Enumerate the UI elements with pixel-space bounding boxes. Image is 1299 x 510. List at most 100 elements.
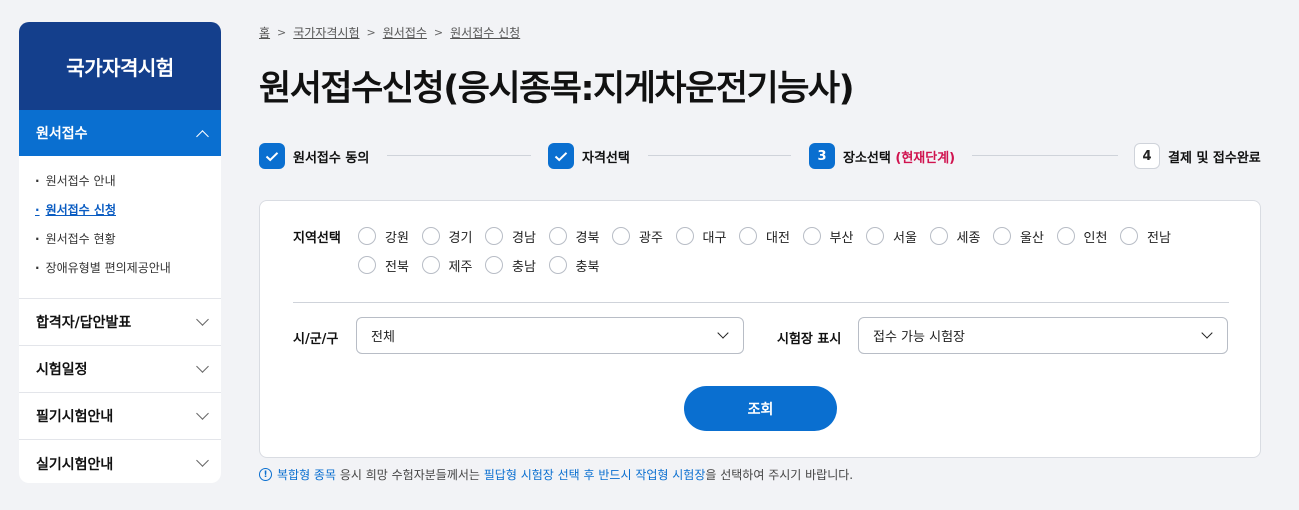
notice-highlight: 필답형 시험장 선택 후 반드시 작업형 시험장: [483, 468, 706, 482]
sidebar-section-active[interactable]: 원서접수: [19, 110, 221, 156]
chevron-down-icon: [717, 326, 729, 339]
region-radio[interactable]: 대구: [675, 227, 740, 246]
region-radio[interactable]: 경북: [548, 227, 613, 246]
region-radio[interactable]: 충남: [485, 256, 549, 275]
chevron-right-icon: >: [433, 26, 444, 39]
venue-select[interactable]: 접수 가능 시험장: [858, 317, 1228, 354]
step-label: 원서접수 동의: [293, 150, 370, 166]
radio-circle-icon[interactable]: [548, 227, 567, 245]
venue-search-form: 지역선택 강원 경기 경남 경북 광주 대구 대전 부산 서울 세종 울산 인천 전남 전북 제주 충남 충북…: [259, 200, 1261, 458]
sidebar-item-written-exam[interactable]: 필기시험안내: [19, 393, 221, 440]
region-radio-label: 경남: [512, 230, 536, 246]
sidebar-item-results[interactable]: 합격자/답안발표: [19, 299, 221, 346]
radio-circle-icon[interactable]: [358, 227, 376, 245]
region-radio[interactable]: 경남: [485, 227, 549, 246]
region-radio[interactable]: 전북: [358, 256, 422, 275]
venue-select-value: 접수 가능 시험장: [873, 330, 965, 345]
region-radio-label: 전남: [1147, 230, 1171, 246]
radio-circle-icon[interactable]: [675, 227, 694, 245]
sidebar-item-label: 시험일정: [36, 362, 88, 378]
region-radio-label: 대구: [702, 230, 727, 246]
region-radio[interactable]: 서울: [866, 227, 930, 246]
step-label-wrap: 장소선택 (현재단계): [843, 147, 955, 166]
step-4: 4 결제 및 접수완료: [1134, 143, 1261, 169]
page-title: 원서접수신청(응시종목:지게차운전기능사): [259, 69, 855, 109]
sidebar-item-label: 필기시험안내: [36, 409, 114, 425]
sidebar-subitem-current[interactable]: 원서접수 신청: [35, 199, 221, 228]
region-radio[interactable]: 충북: [548, 256, 613, 275]
radio-circle-icon[interactable]: [485, 227, 503, 245]
step-1: 원서접수 동의: [259, 143, 369, 169]
region-radio-label: 전북: [385, 259, 409, 275]
radio-circle-icon[interactable]: [1056, 227, 1075, 245]
region-radio[interactable]: 광주: [612, 227, 676, 246]
sidebar-subitem[interactable]: 장애유형별 편의제공안내: [35, 257, 221, 286]
chevron-right-icon: >: [366, 26, 376, 39]
breadcrumb-item[interactable]: 국가자격시험: [293, 24, 359, 41]
region-radio-label: 경북: [575, 230, 600, 246]
region-radio[interactable]: 제주: [421, 256, 486, 275]
radio-circle-icon[interactable]: [1120, 227, 1138, 245]
region-row: 강원 경기 경남 경북 광주 대구 대전 부산 서울 세종 울산 인천 전남: [358, 227, 1238, 256]
region-radio[interactable]: 울산: [993, 227, 1057, 246]
check-icon: [548, 143, 574, 169]
radio-circle-icon[interactable]: [929, 227, 948, 245]
radio-circle-icon[interactable]: [739, 227, 757, 245]
radio-circle-icon[interactable]: [421, 256, 440, 274]
region-radio-label: 광주: [639, 230, 663, 246]
chevron-right-icon: >: [277, 26, 287, 39]
radio-circle-icon[interactable]: [993, 227, 1011, 245]
region-radio[interactable]: 세종: [929, 227, 994, 246]
sidebar-item-practical-exam[interactable]: 실기시험안내: [19, 440, 221, 483]
region-radio-label: 부산: [829, 230, 854, 246]
region-radio[interactable]: 대전: [739, 227, 803, 246]
step-label: 자격선택: [582, 150, 630, 166]
region-radio-group: 강원 경기 경남 경북 광주 대구 대전 부산 서울 세종 울산 인천 전남 전북 제주 충남 충북: [358, 227, 1238, 285]
notice-text: 응시 희망 수험자분들께서는: [336, 468, 484, 482]
check-icon: [259, 143, 285, 169]
step-number: 4: [1134, 143, 1160, 169]
sidebar-subitem[interactable]: 원서접수 안내: [35, 170, 221, 199]
radio-circle-icon[interactable]: [358, 256, 376, 274]
radio-circle-icon[interactable]: [802, 227, 821, 245]
breadcrumb-item[interactable]: 원서접수 신청: [450, 24, 520, 41]
info-icon: !: [259, 468, 272, 481]
breadcrumb-home[interactable]: 홈: [259, 24, 270, 41]
region-radio-label: 충남: [512, 259, 536, 275]
region-radio[interactable]: 전남: [1120, 227, 1184, 246]
region-radio-label: 인천: [1083, 230, 1108, 246]
step-connector: [972, 155, 1118, 156]
region-radio-label: 서울: [893, 230, 917, 246]
breadcrumb-item[interactable]: 원서접수: [383, 24, 427, 41]
region-radio-label: 제주: [448, 259, 473, 275]
notice-text: 을 선택하여 주시기 바랍니다.: [705, 468, 854, 482]
chevron-down-icon: [196, 359, 209, 373]
chevron-down-icon: [1201, 326, 1213, 339]
region-radio[interactable]: 강원: [358, 227, 422, 246]
region-label: 지역선택: [293, 231, 341, 246]
sidebar-subitem[interactable]: 원서접수 현황: [35, 228, 221, 257]
step-2: 자격선택: [548, 143, 630, 169]
radio-circle-icon[interactable]: [612, 227, 630, 245]
sidebar-item-schedule[interactable]: 시험일정: [19, 346, 221, 393]
region-radio-label: 대전: [766, 230, 790, 246]
current-step-tag: (현재단계): [895, 150, 956, 166]
region-radio-label: 세종: [956, 230, 981, 246]
region-radio[interactable]: 경기: [421, 227, 486, 246]
radio-circle-icon[interactable]: [421, 227, 440, 245]
region-radio-label: 경기: [448, 230, 473, 246]
chevron-down-icon: [196, 312, 209, 326]
sidebar: 국가자격시험 원서접수 원서접수 안내 원서접수 신청 원서접수 현황 장애유형…: [19, 22, 221, 483]
step-label: 결제 및 접수완료: [1168, 150, 1261, 166]
radio-circle-icon[interactable]: [485, 256, 503, 274]
city-select-value: 전체: [371, 330, 395, 345]
region-radio-label: 강원: [385, 230, 409, 246]
search-button[interactable]: 조회: [684, 386, 837, 431]
radio-circle-icon[interactable]: [548, 256, 567, 274]
chevron-up-icon: [196, 129, 209, 143]
divider: [293, 302, 1229, 303]
region-radio[interactable]: 인천: [1056, 227, 1121, 246]
region-radio[interactable]: 부산: [802, 227, 867, 246]
city-select[interactable]: 전체: [356, 317, 744, 354]
radio-circle-icon[interactable]: [866, 227, 884, 245]
